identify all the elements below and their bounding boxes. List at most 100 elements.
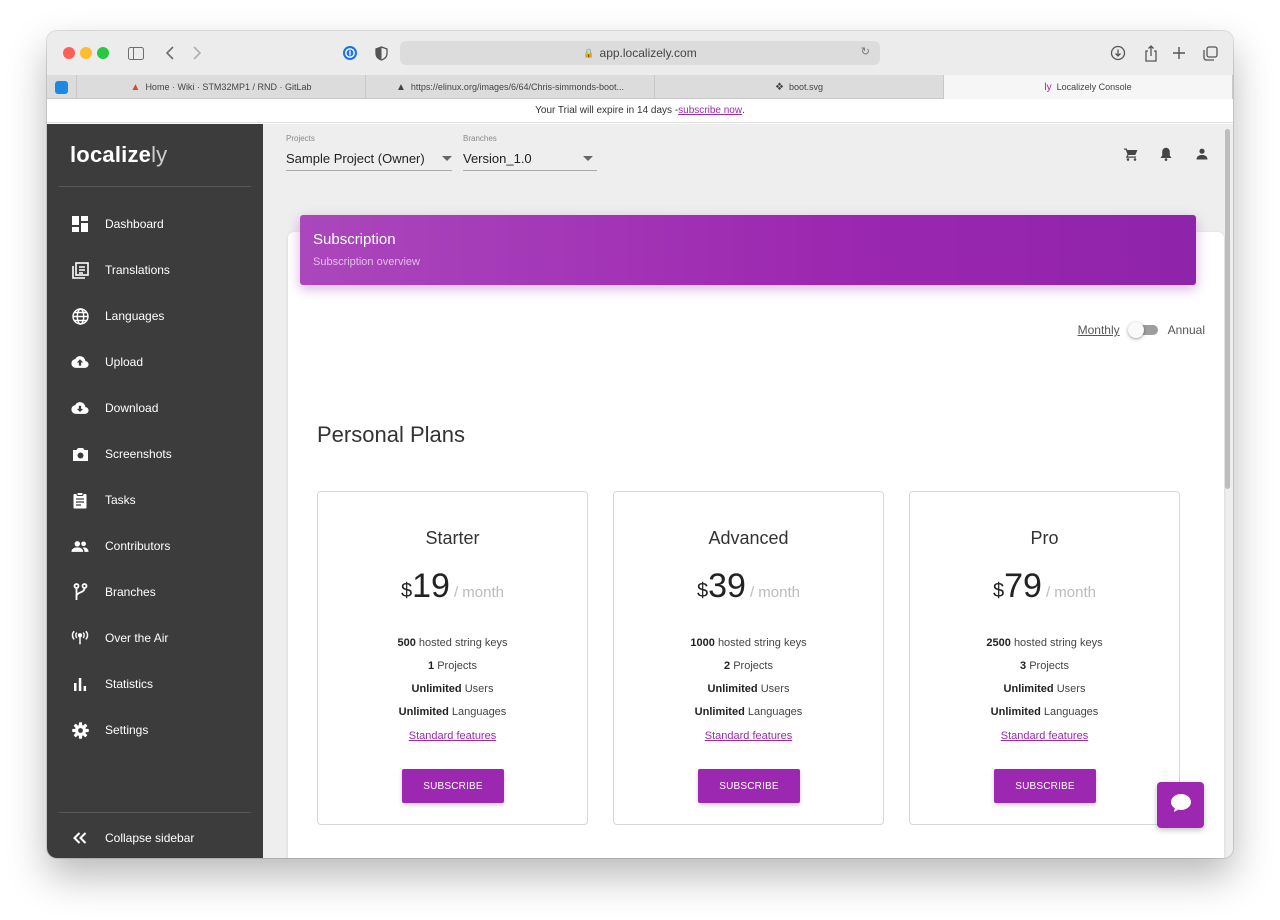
monthly-label[interactable]: Monthly (1078, 323, 1120, 337)
trello-icon (55, 80, 68, 94)
sidebar-item-over-the-air[interactable]: Over the Air (47, 618, 263, 658)
subscribe-now-link[interactable]: subscribe now (678, 105, 742, 116)
sidebar-item-dashboard[interactable]: Dashboard (47, 204, 263, 244)
share-icon[interactable] (1140, 42, 1162, 64)
sidebar-item-contributors[interactable]: Contributors (47, 526, 263, 566)
sidebar-divider (59, 186, 251, 187)
sidebar-toggle-icon[interactable] (125, 42, 147, 64)
plan-name: Starter (425, 528, 480, 548)
sidebar-item-label: Over the Air (105, 631, 169, 645)
tab-label: Localizely Console (1056, 82, 1132, 92)
sidebar-item-upload[interactable]: Upload (47, 342, 263, 382)
bar-chart-icon (71, 675, 89, 693)
feature-projects: 2 Projects (724, 660, 773, 672)
page-scrollbar[interactable] (1223, 124, 1233, 858)
standard-features-link[interactable]: Standard features (614, 730, 883, 742)
back-icon[interactable] (159, 42, 181, 64)
collapse-sidebar-label: Collapse sidebar (105, 831, 195, 845)
new-tab-icon[interactable] (1168, 42, 1190, 64)
feature-users: Unlimited Users (707, 683, 790, 695)
standard-features-link[interactable]: Standard features (318, 730, 587, 742)
sidebar-item-statistics[interactable]: Statistics (47, 664, 263, 704)
annual-label[interactable]: Annual (1168, 323, 1205, 337)
sidebar-item-label: Screenshots (105, 447, 172, 461)
globe-icon (71, 307, 89, 325)
plan-price: $ 19 / month (318, 567, 587, 606)
forward-icon[interactable] (186, 42, 208, 64)
browser-window: 🔒 app.localizely.com ↻ ▲ Home · Wiki · S… (47, 31, 1233, 858)
sidebar-item-download[interactable]: Download (47, 388, 263, 428)
subscribe-button[interactable]: SUBSCRIBE (402, 769, 504, 803)
privacy-shield-icon[interactable] (370, 42, 392, 64)
close-window-button[interactable] (63, 47, 75, 59)
password-manager-icon[interactable] (339, 42, 361, 64)
sidebar-item-settings[interactable]: Settings (47, 710, 263, 750)
translations-icon (71, 261, 89, 279)
pinned-tab[interactable] (47, 75, 77, 99)
currency-symbol: $ (401, 580, 413, 602)
collapse-sidebar-button[interactable]: Collapse sidebar (47, 818, 263, 858)
tab-label: https://elinux.org/images/6/64/Chris-sim… (410, 82, 624, 92)
feature-languages: Unlimited Languages (694, 706, 803, 718)
tab-overview-icon[interactable] (1199, 42, 1221, 64)
cloud-download-icon (71, 399, 89, 417)
plan-price: $ 39 / month (614, 567, 883, 606)
plan-card-starter: Starter $ 19 / month 500 hosted string k… (317, 491, 588, 825)
projects-label: Projects (286, 134, 315, 143)
branch-selector[interactable]: Branches Version_1.0 (463, 134, 597, 171)
billing-toggle: Monthly Annual (1078, 322, 1205, 338)
clipboard-icon (71, 491, 89, 509)
tab-elinux[interactable]: ▲ https://elinux.org/images/6/64/Chris-s… (366, 75, 655, 99)
sidebar-item-label: Translations (105, 263, 170, 277)
chat-button[interactable] (1157, 782, 1204, 828)
currency-symbol: $ (697, 580, 709, 602)
trial-text: Your Trial will expire in 14 days - (535, 105, 679, 116)
sidebar-item-branches[interactable]: Branches (47, 572, 263, 612)
camera-icon (71, 445, 89, 463)
feature-projects: 1 Projects (428, 660, 477, 672)
plan-name: Pro (1030, 528, 1059, 548)
dropdown-caret-icon (583, 156, 593, 161)
subscribe-button[interactable]: SUBSCRIBE (994, 769, 1096, 803)
feature-users: Unlimited Users (411, 683, 494, 695)
url-text: app.localizely.com (599, 46, 697, 60)
billing-period-switch[interactable] (1127, 322, 1158, 338)
standard-features-link[interactable]: Standard features (910, 730, 1179, 742)
branches-value: Version_1.0 (463, 151, 532, 166)
sidebar-item-languages[interactable]: Languages (47, 296, 263, 336)
branches-label: Branches (463, 134, 497, 143)
branch-icon (71, 583, 89, 601)
sidebar-item-screenshots[interactable]: Screenshots (47, 434, 263, 474)
sidebar-item-translations[interactable]: Translations (47, 250, 263, 290)
logo[interactable]: localizely (70, 142, 167, 168)
tab-gitlab[interactable]: ▲ Home · Wiki · STM32MP1 / RND · GitLab (77, 75, 366, 99)
address-bar[interactable]: 🔒 app.localizely.com ↻ (400, 41, 880, 65)
price-amount: 39 (708, 567, 746, 605)
sidebar-item-label: Branches (105, 585, 156, 599)
antenna-icon (71, 629, 89, 647)
section-title: Personal Plans (317, 422, 465, 447)
trial-suffix: . (742, 105, 745, 116)
plan-price: $ 79 / month (910, 567, 1179, 606)
feature-projects: 3 Projects (1020, 660, 1069, 672)
project-selector[interactable]: Projects Sample Project (Owner) (286, 134, 452, 171)
subscribe-button[interactable]: SUBSCRIBE (698, 769, 800, 803)
minimize-window-button[interactable] (80, 47, 92, 59)
sidebar-item-label: Statistics (105, 677, 154, 691)
downloads-icon[interactable] (1107, 42, 1129, 64)
bell-icon[interactable] (1158, 146, 1174, 162)
gitlab-icon: ▲ (130, 81, 141, 93)
sidebar-item-tasks[interactable]: Tasks (47, 480, 263, 520)
zoom-window-button[interactable] (97, 47, 109, 59)
plan-card-advanced: Advanced $ 39 / month 1000 hosted string… (613, 491, 884, 825)
user-icon[interactable] (1194, 146, 1210, 162)
lock-icon: 🔒 (583, 47, 595, 58)
plan-card-pro: Pro $ 79 / month 2500 hosted string keys… (909, 491, 1180, 825)
cart-icon[interactable] (1123, 146, 1139, 162)
tab-boot-svg[interactable]: ❖ boot.svg (655, 75, 944, 99)
tab-localizely[interactable]: ly Localizely Console (944, 75, 1233, 99)
double-chevron-left-icon (71, 829, 89, 847)
reload-icon[interactable]: ↻ (861, 45, 870, 58)
dropdown-caret-icon (442, 156, 452, 161)
sidebar-item-label: Download (105, 401, 159, 415)
